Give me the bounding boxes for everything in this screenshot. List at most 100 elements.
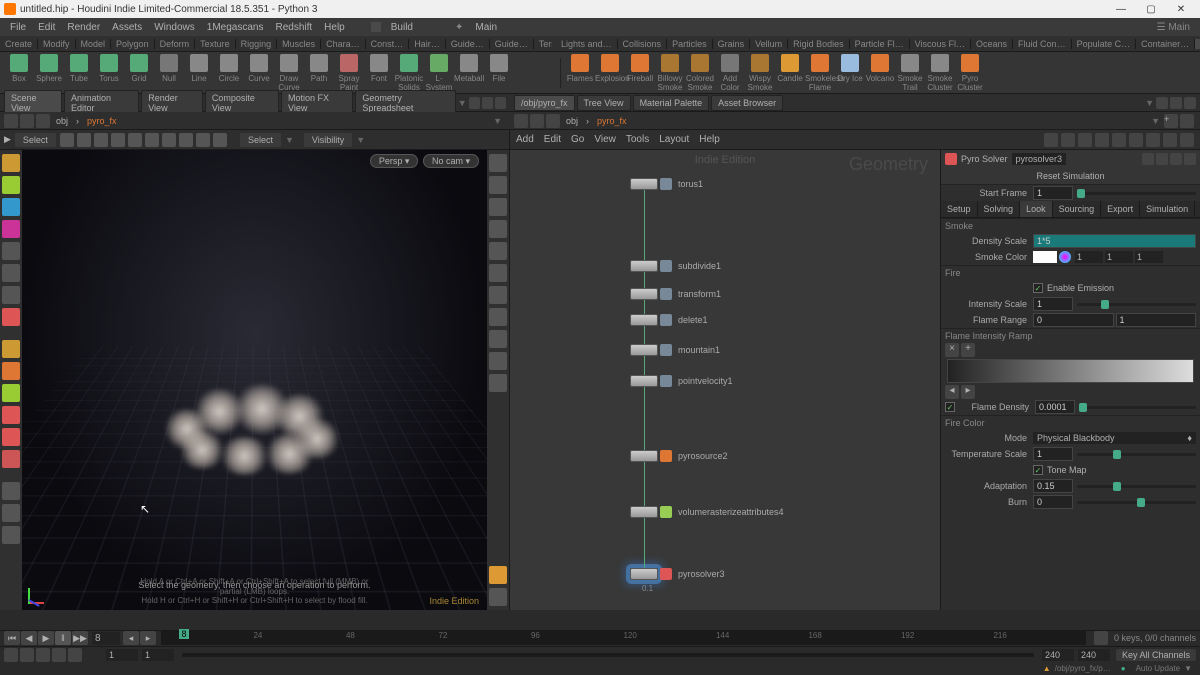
vp-tool[interactable]: [2, 526, 20, 544]
next-frame-button[interactable]: ▶▶: [72, 631, 88, 645]
shelf-tab[interactable]: Particle Fl…: [850, 39, 910, 49]
density-scale-field[interactable]: 1*5: [1033, 234, 1196, 248]
vp-display-icon[interactable]: [489, 308, 507, 326]
shelf-tool-add-color[interactable]: Add Color: [715, 54, 745, 92]
shelf-tab[interactable]: Const…: [366, 39, 410, 49]
auto-update-dropdown[interactable]: Auto Update: [1136, 664, 1180, 673]
tab-look[interactable]: Look: [1020, 201, 1053, 217]
shelf-tab[interactable]: Collisions: [618, 39, 668, 49]
shelf-tool-path[interactable]: Path: [304, 54, 334, 92]
network-view[interactable]: Indie Edition Geometry torus1subdivide1t…: [510, 150, 940, 610]
vp-display-icon[interactable]: [489, 242, 507, 260]
node-delete1[interactable]: delete1: [630, 314, 708, 326]
nv-toolbar-icon[interactable]: [1078, 133, 1092, 147]
shelf-tool-smokeless-flame[interactable]: Smokeless Flame: [805, 54, 835, 92]
smoke-color-g[interactable]: 1: [1105, 251, 1133, 263]
intensity-scale-field[interactable]: 1: [1033, 297, 1073, 311]
smoke-color-swatch[interactable]: [1033, 251, 1057, 263]
timeline-ruler[interactable]: 8 24487296120144168192216: [161, 631, 1086, 645]
vp-display-icon[interactable]: [489, 220, 507, 238]
select-tool-icon[interactable]: ▶: [4, 134, 11, 145]
shelf-tool-l-system[interactable]: L-System: [424, 54, 454, 92]
temp-scale-field[interactable]: 1: [1033, 447, 1073, 461]
nv-toolbar-icon[interactable]: [1146, 133, 1160, 147]
node-pointvelocity1[interactable]: pointvelocity1: [630, 375, 733, 387]
channel-lock-icon[interactable]: [1094, 631, 1108, 645]
shelf-tool-metaball[interactable]: Metaball: [454, 54, 484, 92]
menu-help[interactable]: Help: [318, 22, 351, 33]
playhead[interactable]: 8: [179, 629, 188, 639]
menu-megascans[interactable]: 1Megascans: [201, 22, 270, 33]
shelf-tab[interactable]: Vellum: [750, 39, 788, 49]
next-key-button[interactable]: ▸: [140, 631, 156, 645]
vptool-icon[interactable]: [162, 133, 176, 147]
crumb-obj[interactable]: obj: [562, 116, 582, 126]
pane-menu-icon[interactable]: [469, 97, 480, 109]
start-frame-field[interactable]: 1: [1033, 186, 1073, 200]
nv-add[interactable]: Add: [516, 134, 534, 145]
nv-toolbar-icon[interactable]: [1044, 133, 1058, 147]
ramp-remove-icon[interactable]: ×: [945, 343, 959, 357]
help-icon[interactable]: [1184, 153, 1196, 165]
gear-icon[interactable]: [1142, 153, 1154, 165]
shelf-tool-sphere[interactable]: Sphere: [34, 54, 64, 92]
tl-icon[interactable]: [68, 648, 82, 662]
vp-tool[interactable]: [2, 198, 20, 216]
vp-tool[interactable]: [2, 406, 20, 424]
key-all-channels-button[interactable]: Key All Channels: [1116, 649, 1196, 661]
vp-tool[interactable]: [2, 482, 20, 500]
nv-edit[interactable]: Edit: [544, 134, 561, 145]
range-start-field[interactable]: 1: [106, 649, 138, 661]
shelf-tool-font[interactable]: Font: [364, 54, 394, 92]
tab-asset-browser[interactable]: Asset Browser: [711, 95, 783, 111]
shelf-tab[interactable]: Hair…: [409, 39, 446, 49]
visibility-dropdown[interactable]: Visibility: [304, 133, 352, 147]
cam-dropdown[interactable]: No cam ▾: [423, 154, 479, 168]
pin-icon[interactable]: [1156, 153, 1168, 165]
shelf-tool-draw-curve[interactable]: Draw Curve: [274, 54, 304, 92]
shelf-tab[interactable]: Deform: [155, 39, 196, 49]
shelf-tab[interactable]: Polygon: [111, 39, 155, 49]
nv-toolbar-icon[interactable]: [1163, 133, 1177, 147]
tonemap-checkbox[interactable]: ✓: [1033, 465, 1043, 475]
pane-menu-icon[interactable]: [1156, 97, 1168, 109]
shelf-tool-smoke-cluster[interactable]: Smoke Cluster: [925, 54, 955, 92]
close-button[interactable]: ✕: [1166, 4, 1196, 15]
shelf-tab[interactable]: Modify: [38, 39, 76, 49]
vptool-icon[interactable]: [213, 133, 227, 147]
shelf-tool-box[interactable]: Box: [4, 54, 34, 92]
vp-tool[interactable]: [2, 362, 20, 380]
flame-density-slider[interactable]: [1079, 406, 1196, 409]
vp-tool[interactable]: [2, 308, 20, 326]
shelf-tab[interactable]: Lights and…: [556, 39, 618, 49]
reset-simulation-button[interactable]: Reset Simulation: [941, 168, 1200, 185]
nv-view[interactable]: View: [594, 134, 616, 145]
shelf-tab[interactable]: Viscous Fl…: [910, 39, 971, 49]
pane-add-icon[interactable]: [1170, 97, 1182, 109]
shelf-tool-torus[interactable]: Torus: [94, 54, 124, 92]
start-frame-slider[interactable]: [1077, 192, 1196, 195]
shelf-tab[interactable]: Guide…: [446, 39, 490, 49]
shelf-tool-volcano[interactable]: Volcano: [865, 54, 895, 92]
nav-up-icon[interactable]: [36, 114, 50, 128]
color-wheel-icon[interactable]: [1059, 251, 1071, 263]
crumb-pyrofx[interactable]: pyro_fx: [83, 116, 121, 126]
global-end1-field[interactable]: 240: [1042, 649, 1074, 661]
range-end-field[interactable]: 1: [142, 649, 174, 661]
nv-layout[interactable]: Layout: [659, 134, 689, 145]
pathbar-opt-icon[interactable]: [1180, 114, 1194, 128]
vp-tool[interactable]: [2, 176, 20, 194]
magnet-icon[interactable]: [2, 450, 20, 468]
vptool-icon[interactable]: [128, 133, 142, 147]
vp-tool[interactable]: [2, 504, 20, 522]
nv-toolbar-icon[interactable]: [1112, 133, 1126, 147]
shelf-tool-line[interactable]: Line: [184, 54, 214, 92]
adaptation-slider[interactable]: [1077, 485, 1196, 488]
shelf-tool-file[interactable]: File: [484, 54, 514, 92]
pane-opt-icon[interactable]: [495, 97, 506, 109]
play-back-button[interactable]: ▶: [38, 631, 54, 645]
tab-sourcing[interactable]: Sourcing: [1053, 201, 1102, 217]
node-mountain1[interactable]: mountain1: [630, 344, 720, 356]
menu-file[interactable]: File: [4, 22, 32, 33]
node-pyrosolver3[interactable]: pyrosolver30.1: [630, 568, 725, 580]
